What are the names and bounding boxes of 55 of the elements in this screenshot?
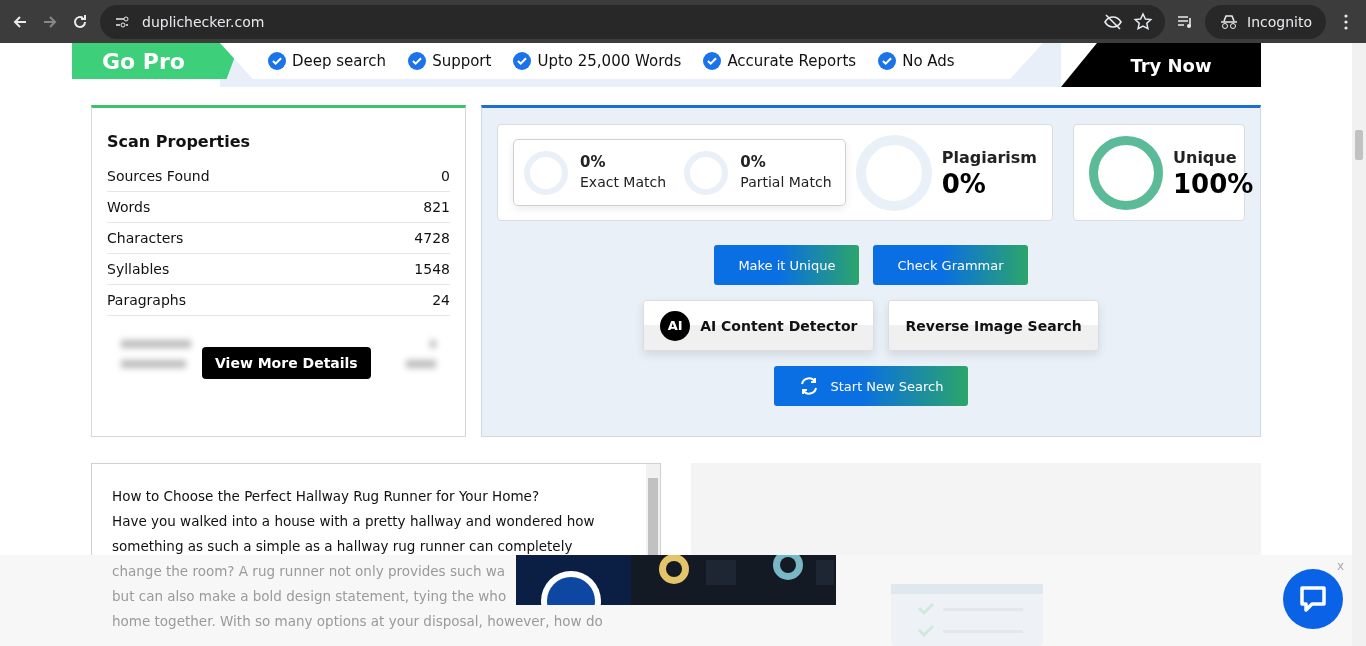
- match-label: Partial Match: [740, 172, 832, 192]
- blurred-text: [121, 340, 191, 348]
- action-button[interactable]: Start New Search: [774, 366, 968, 406]
- text-line: but can also make a bold design statement, tying the who: [112, 587, 508, 606]
- check-icon: [703, 52, 722, 70]
- property-label: Sources Found: [107, 168, 210, 184]
- blurred-text: [430, 340, 436, 348]
- star-icon[interactable]: [1133, 11, 1154, 32]
- blurred-text: [121, 360, 186, 368]
- text-line: How to Choose the Perfect Hallway Rug Runner for Your Home?: [112, 487, 541, 506]
- action-button[interactable]: AI AI Content Detector: [643, 300, 875, 351]
- property-label: Paragraphs: [107, 292, 186, 308]
- text-line: change the room? A rug runner not only provides such wa: [112, 562, 507, 581]
- action-button[interactable]: Reverse Image Search: [888, 300, 1099, 351]
- unique-percent: 100%: [1173, 168, 1254, 199]
- property-label: Syllables: [107, 261, 170, 277]
- plagiarism-percent: 0%: [941, 168, 987, 199]
- feature-label: Upto 25,000 Words: [537, 52, 682, 70]
- property-value: 4728: [414, 230, 450, 246]
- match-percent: 0%: [740, 152, 767, 171]
- text-line: home together. With so many options at your disposal, however, how do: [112, 612, 603, 631]
- property-value: 1548: [414, 261, 450, 277]
- feature-label: Support: [432, 52, 492, 70]
- property-value: 0: [441, 168, 450, 184]
- feature-label: Deep search: [292, 52, 387, 70]
- try-now-button[interactable]: Try Now: [1061, 43, 1261, 87]
- property-label: Words: [107, 199, 151, 215]
- text-scrollbar[interactable]: [646, 464, 660, 555]
- text-line: Have you walked into a house with a pretty hallway and wondered how: [112, 512, 596, 531]
- chat-button[interactable]: [1283, 569, 1343, 629]
- view-more-details-button[interactable]: View More Details: [202, 347, 371, 379]
- incognito-chip[interactable]: Incognito: [1205, 4, 1326, 39]
- action-button[interactable]: Make it Unique: [714, 245, 860, 285]
- property-value: 24: [432, 292, 450, 308]
- feature-label: Accurate Reports: [727, 52, 857, 70]
- match-label: Exact Match: [580, 172, 667, 192]
- chat-bubble-icon: [1298, 584, 1328, 614]
- text-line: something as such a simple as a hallway rug runner can completely: [112, 537, 574, 555]
- match-percent: 0%: [580, 152, 607, 171]
- ai-logo-icon: AI: [660, 310, 691, 341]
- unique-label: Unique: [1173, 146, 1238, 169]
- property-label: Characters: [107, 230, 184, 246]
- check-icon: [268, 52, 286, 70]
- check-icon: [408, 52, 427, 70]
- incognito-label: Incognito: [1247, 13, 1312, 30]
- check-icon: [513, 52, 532, 70]
- action-button[interactable]: Check Grammar: [873, 245, 1028, 285]
- eye-off-icon[interactable]: [1103, 11, 1124, 32]
- property-value: 821: [423, 199, 450, 215]
- page-scrollbar[interactable]: [1352, 43, 1366, 646]
- feature-label: No Ads: [902, 52, 955, 70]
- blurred-text: [406, 360, 436, 368]
- card-title: Scan Properties: [107, 132, 252, 151]
- check-icon: [878, 52, 897, 70]
- plagiarism-label: Plagiarism: [941, 146, 1037, 169]
